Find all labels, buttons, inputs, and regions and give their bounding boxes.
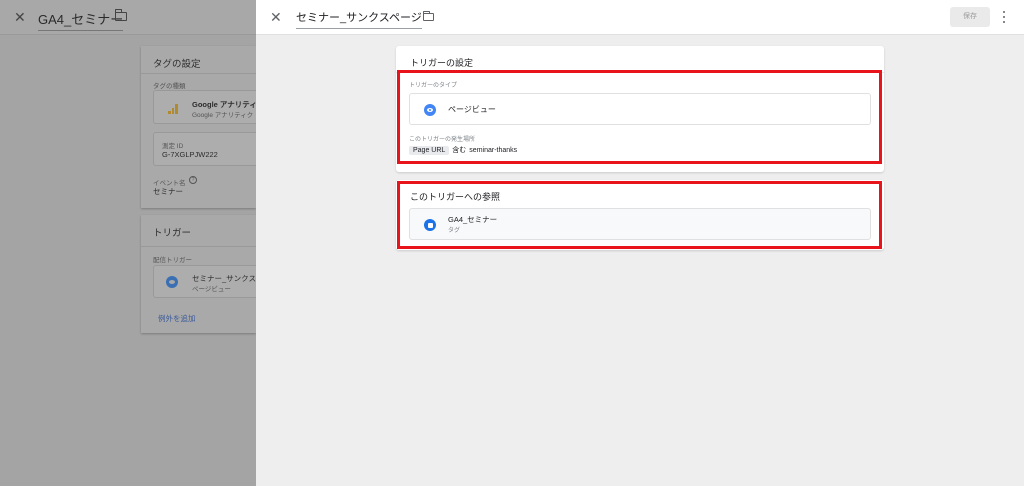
tag-type-sub: Google アナリティク (192, 112, 254, 119)
condition-value: seminar-thanks (469, 146, 518, 154)
firing-trigger-label: 配信トリガー (153, 257, 192, 264)
reference-item[interactable]: GA4_セミナー タグ (409, 208, 871, 240)
reference-kind: タグ (448, 228, 461, 234)
fires-on-label: このトリガーの発生場所 (409, 137, 476, 143)
add-exception-link[interactable]: 例外を追加 (158, 313, 196, 324)
tag-type-box[interactable]: Google アナリティ Google アナリティク (153, 90, 263, 124)
reference-name: GA4_セミナー (448, 215, 498, 224)
firing-trigger-item[interactable]: セミナー_サンクス ページビュー (153, 265, 263, 298)
background-header: ✕ GA4_セミナー (0, 0, 256, 35)
condition-variable: Page URL (409, 145, 450, 155)
trigger-type: ページビュー (192, 286, 231, 293)
trigger-type-label: トリガーのタイプ (409, 83, 458, 89)
more-vert-icon[interactable] (1002, 10, 1006, 24)
folder-icon[interactable] (422, 10, 434, 21)
divider (396, 72, 884, 73)
divider (141, 246, 256, 247)
card-title: このトリガーへの参照 (410, 192, 501, 202)
trigger-settings-card[interactable]: トリガーの設定 トリガーのタイプ ページビュー このトリガーの発生場所 Page… (396, 46, 884, 172)
eye-icon (166, 276, 178, 288)
trigger-type-value: ページビュー (448, 105, 496, 114)
save-button[interactable]: 保存 (950, 7, 990, 27)
google-analytics-icon (168, 104, 178, 114)
eye-icon (424, 104, 436, 116)
tag-title[interactable]: GA4_セミナー (38, 9, 124, 31)
tag-config-card[interactable]: タグの設定 タグの種類 Google アナリティ Google アナリティク 測… (141, 46, 263, 208)
close-icon[interactable]: ✕ (270, 9, 282, 26)
trigger-card[interactable]: トリガー 配信トリガー セミナー_サンクス ページビュー 例外を追加 (141, 215, 263, 333)
folder-icon[interactable] (114, 9, 127, 21)
event-name-value: セミナー (153, 187, 183, 196)
card-title: トリガー (153, 228, 192, 239)
divider (141, 73, 256, 74)
measurement-id-field[interactable]: 測定 ID G-7XGLPJW222 (153, 132, 263, 166)
card-title: タグの設定 (153, 59, 201, 70)
tag-type-label: タグの種類 (153, 83, 186, 90)
trigger-name-field[interactable]: セミナー_サンクスページ (296, 9, 422, 29)
measurement-id-label: 測定 ID (162, 143, 184, 150)
measurement-id-value: G-7XGLPJW222 (162, 150, 218, 159)
trigger-editor-panel: ✕ セミナー_サンクスページ 保存 トリガーの設定 トリガーのタイプ ページビュ… (256, 0, 1024, 486)
help-icon[interactable]: ? (189, 176, 197, 184)
close-icon[interactable]: ✕ (14, 9, 26, 26)
tag-icon (424, 219, 436, 231)
condition-operator: 含む (452, 147, 467, 154)
trigger-type-box[interactable]: ページビュー (409, 93, 871, 125)
card-title: トリガーの設定 (410, 58, 474, 68)
condition-row: Page URL 含む seminar-thanks (409, 144, 517, 156)
panel-header: ✕ セミナー_サンクスページ 保存 (256, 0, 1024, 35)
trigger-references-card: このトリガーへの参照 GA4_セミナー タグ (396, 180, 884, 250)
